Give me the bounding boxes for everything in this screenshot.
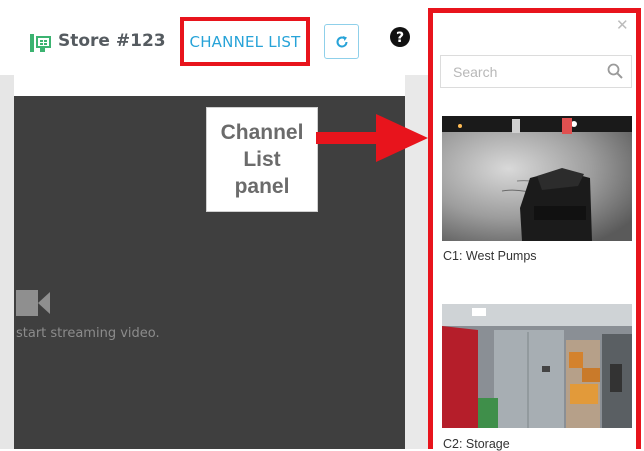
- help-icon[interactable]: ?: [389, 26, 411, 48]
- close-icon[interactable]: ✕: [616, 16, 629, 34]
- search-box: [440, 55, 632, 88]
- annotation-line: List: [243, 148, 281, 171]
- annotation-arrow: [316, 112, 428, 166]
- search-icon[interactable]: [607, 63, 623, 79]
- svg-text:?: ?: [396, 30, 404, 46]
- annotation-line: panel: [234, 175, 290, 198]
- channel-thumbnail[interactable]: [442, 304, 632, 428]
- channel-label[interactable]: C1: West Pumps: [443, 249, 537, 263]
- annotation-label: Channel List panel: [206, 107, 318, 212]
- refresh-icon: [336, 35, 347, 47]
- channel-thumbnail[interactable]: [442, 116, 632, 241]
- search-input[interactable]: [453, 64, 598, 80]
- refresh-button[interactable]: [324, 24, 359, 59]
- left-gutter: [0, 75, 14, 449]
- video-message: start streaming video.: [16, 326, 160, 341]
- video-camera-icon: [16, 288, 52, 318]
- channel-list-button[interactable]: CHANNEL LIST: [180, 17, 310, 66]
- annotation-line: Channel: [220, 121, 304, 144]
- store-name: Store #123: [58, 31, 166, 51]
- store-icon: [29, 32, 53, 54]
